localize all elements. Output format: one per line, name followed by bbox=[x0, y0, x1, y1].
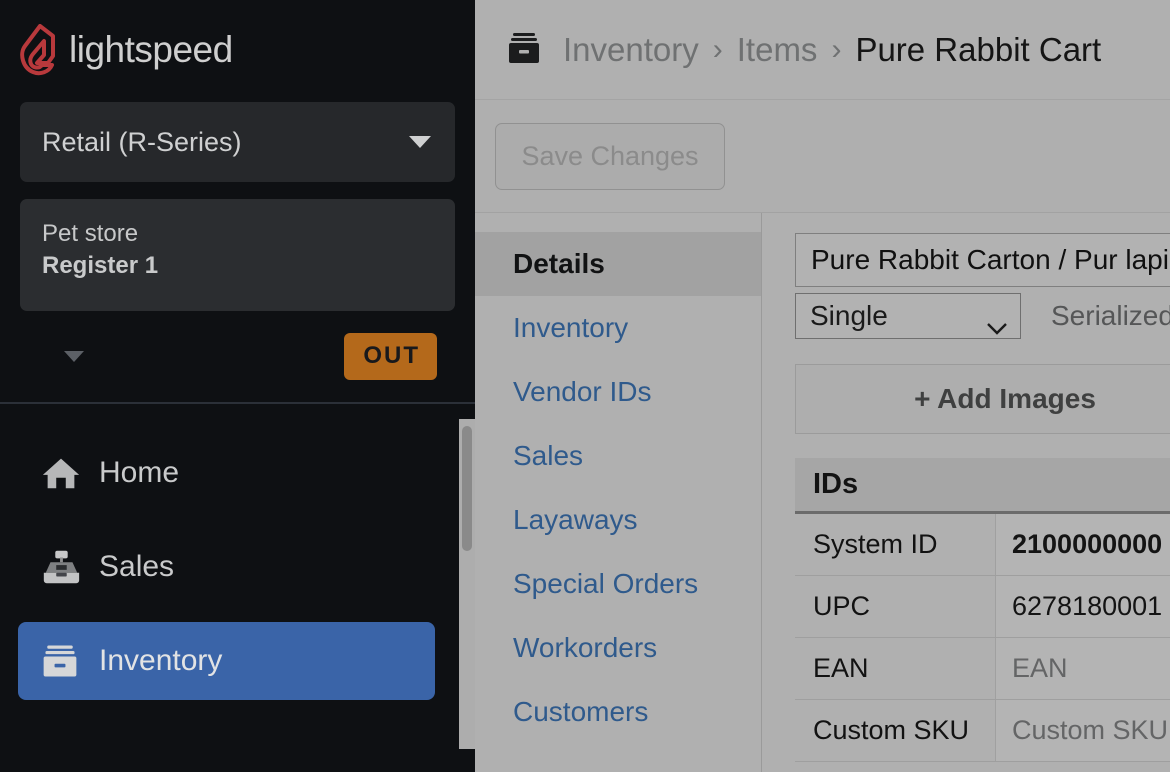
tab-special-orders[interactable]: Special Orders bbox=[475, 552, 761, 616]
brand-name: lightspeed bbox=[69, 29, 233, 70]
tab-inventory[interactable]: Inventory bbox=[475, 296, 761, 360]
ids-row-value: 2100000000 bbox=[995, 514, 1170, 575]
ids-row-label: EAN bbox=[795, 638, 995, 699]
cash-register-icon bbox=[40, 547, 84, 587]
sidebar-nav: Home Sales Inventory bbox=[0, 404, 475, 700]
store-name: Pet store bbox=[42, 220, 139, 247]
chevron-down-icon bbox=[986, 310, 1008, 335]
tab-details[interactable]: Details bbox=[475, 232, 761, 296]
ids-row-value[interactable]: EAN bbox=[995, 638, 1170, 699]
register-name: Register 1 bbox=[42, 252, 159, 279]
breadcrumb: Inventory › Items › Pure Rabbit Cart bbox=[475, 0, 1170, 100]
sidebar-item-inventory[interactable]: Inventory bbox=[18, 622, 435, 700]
details-panel: Pure Rabbit Carton / Pur lapin Single Se… bbox=[762, 213, 1170, 772]
ids-row-label: UPC bbox=[795, 576, 995, 637]
series-selector[interactable]: Retail (R-Series) bbox=[20, 102, 455, 182]
sidebar-item-home[interactable]: Home bbox=[18, 434, 435, 512]
item-type-select[interactable]: Single bbox=[795, 293, 1021, 339]
ids-row-label: Custom SKU bbox=[795, 700, 995, 761]
chevron-down-icon[interactable] bbox=[64, 350, 84, 362]
page-title: Pure Rabbit Cart bbox=[855, 30, 1102, 68]
brand-logo[interactable]: lightspeed bbox=[0, 0, 475, 82]
series-selector-label: Retail (R-Series) bbox=[42, 126, 242, 157]
tab-workorders[interactable]: Workorders bbox=[475, 616, 761, 680]
breadcrumb-separator-icon: › bbox=[712, 32, 723, 66]
store-register-box[interactable]: Pet store Register 1 bbox=[20, 199, 455, 311]
action-toolbar: Save Changes Add Label Print Label bbox=[475, 100, 1170, 213]
breadcrumb-item-inventory[interactable]: Inventory bbox=[563, 31, 699, 69]
sidebar-scrollbar-thumb[interactable] bbox=[462, 426, 472, 551]
breadcrumb-separator-icon: › bbox=[831, 32, 842, 66]
application-window: lightspeed Retail (R-Series) Pet store R… bbox=[0, 0, 1170, 772]
sidebar-item-sales[interactable]: Sales bbox=[18, 528, 435, 606]
ids-table-heading: IDs bbox=[795, 458, 1170, 514]
ids-table: IDs System ID 2100000000 UPC 6278180001 … bbox=[795, 458, 1170, 762]
tab-layaways[interactable]: Layaways bbox=[475, 488, 761, 552]
tab-customers[interactable]: Customers bbox=[475, 680, 761, 744]
table-row: System ID 2100000000 bbox=[795, 514, 1170, 576]
main-content: Inventory › Items › Pure Rabbit Cart Sav… bbox=[475, 0, 1170, 772]
add-images-button[interactable]: + Add Images bbox=[795, 364, 1170, 434]
register-status-row: OUT bbox=[20, 311, 455, 401]
serialized-label[interactable]: Serialized bbox=[1051, 300, 1170, 332]
ids-row-label: System ID bbox=[795, 514, 995, 575]
breadcrumb-item-items[interactable]: Items bbox=[737, 31, 818, 69]
sidebar-item-label: Home bbox=[99, 456, 180, 489]
table-row: Custom SKU Custom SKU bbox=[795, 700, 1170, 762]
chevron-down-icon bbox=[409, 136, 431, 148]
sidebar-scrollbar[interactable] bbox=[459, 419, 475, 749]
sidebar-item-label: Inventory bbox=[99, 644, 223, 677]
lightspeed-flame-icon bbox=[20, 24, 58, 76]
sidebar-item-label: Sales bbox=[99, 550, 175, 583]
ids-row-value[interactable]: Custom SKU bbox=[995, 700, 1170, 761]
tab-sales[interactable]: Sales bbox=[475, 424, 761, 488]
home-icon bbox=[40, 453, 84, 493]
item-type-value: Single bbox=[810, 300, 888, 331]
item-submenu: Details Inventory Vendor IDs Sales Layaw… bbox=[475, 213, 762, 772]
ids-row-value[interactable]: 6278180001 bbox=[995, 576, 1170, 637]
status-badge: OUT bbox=[344, 332, 437, 380]
table-row: EAN EAN bbox=[795, 638, 1170, 700]
archive-box-icon bbox=[505, 31, 543, 69]
table-row: UPC 6278180001 bbox=[795, 576, 1170, 638]
save-changes-button[interactable]: Save Changes bbox=[495, 122, 725, 190]
tab-vendor-ids[interactable]: Vendor IDs bbox=[475, 360, 761, 424]
archive-box-icon bbox=[40, 642, 84, 680]
item-title-input[interactable]: Pure Rabbit Carton / Pur lapin bbox=[795, 233, 1170, 287]
main-sidebar: lightspeed Retail (R-Series) Pet store R… bbox=[0, 0, 475, 772]
item-type-row: Single Serialized bbox=[795, 293, 1170, 339]
item-detail-body: Details Inventory Vendor IDs Sales Layaw… bbox=[475, 213, 1170, 772]
